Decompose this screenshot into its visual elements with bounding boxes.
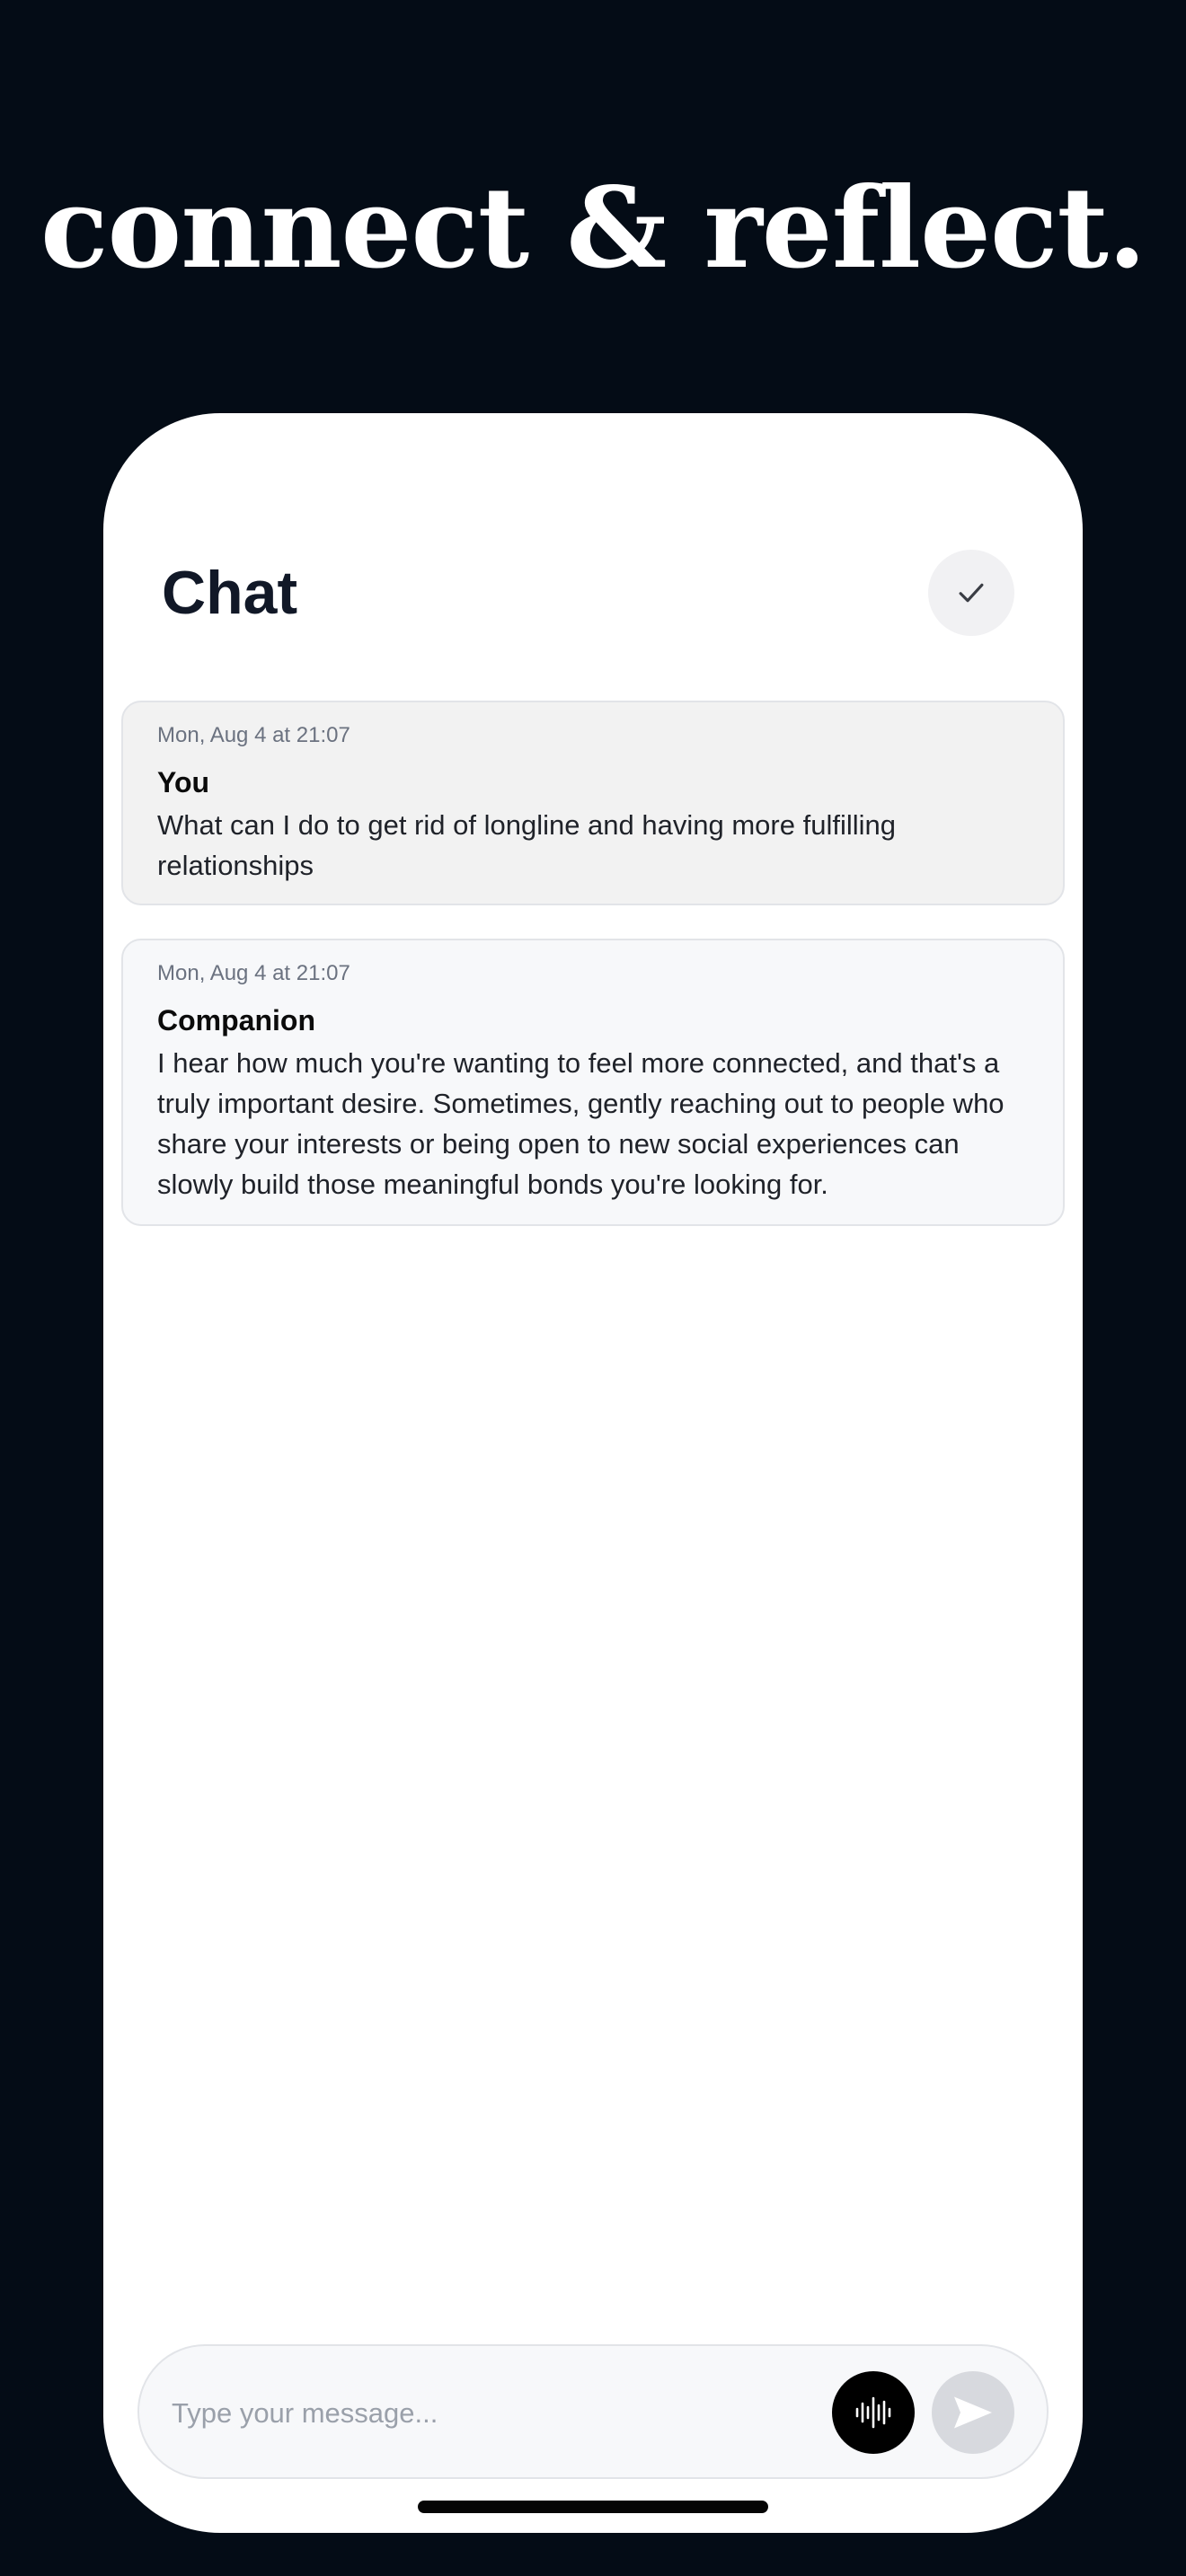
audio-waveform-icon [855, 2396, 891, 2429]
message-user: Mon, Aug 4 at 21:07 You What can I do to… [121, 701, 1065, 905]
message-timestamp: Mon, Aug 4 at 21:07 [157, 723, 350, 747]
page-title: Chat [162, 559, 298, 627]
marketing-headline: connect & reflect. [40, 163, 1146, 294]
phone-screen: Chat Mon, Aug 4 at 21:07 You What can I … [103, 413, 1083, 2533]
message-composer [137, 2344, 1049, 2479]
checkmark-icon [959, 583, 984, 603]
message-timestamp: Mon, Aug 4 at 21:07 [157, 961, 350, 985]
home-indicator [418, 2501, 768, 2513]
message-author: Companion [157, 1004, 315, 1037]
message-text: I hear how much you're wanting to feel m… [157, 1047, 1005, 1200]
message-companion: Mon, Aug 4 at 21:07 Companion I hear how… [121, 939, 1065, 1226]
chat-header: Chat [103, 539, 1083, 647]
send-button[interactable] [932, 2371, 1014, 2454]
message-text: What can I do to get rid of longline and… [157, 809, 896, 881]
message-input[interactable] [172, 2382, 801, 2445]
send-icon [954, 2396, 992, 2429]
message-author: You [157, 766, 210, 798]
done-button[interactable] [928, 550, 1014, 636]
voice-input-button[interactable] [832, 2371, 915, 2454]
